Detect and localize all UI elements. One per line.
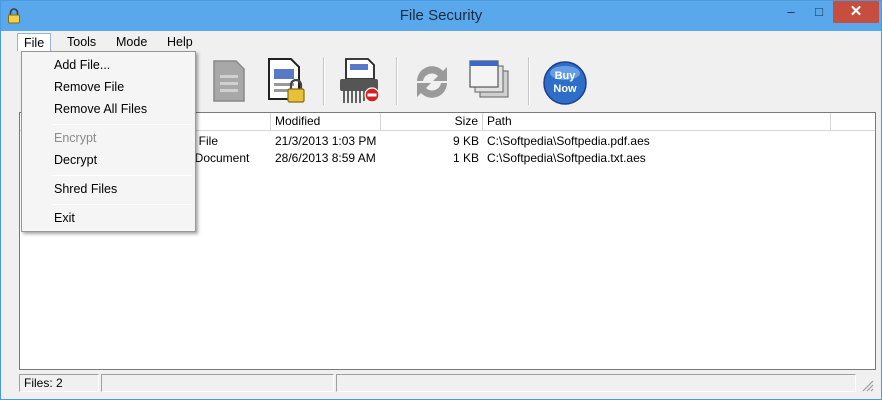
status-pane-2 <box>101 374 334 392</box>
menu-bar: File Tools Mode Help <box>1 31 881 51</box>
column-path[interactable]: Path <box>483 113 831 131</box>
menu-tools[interactable]: Tools <box>61 33 102 51</box>
file-menu-dropdown: Add File... Remove File Remove All Files… <box>21 51 196 232</box>
app-window: File Security – □ ✕ File Tools Mode Help <box>0 0 882 400</box>
menu-separator <box>52 175 192 176</box>
status-pane-3 <box>336 374 856 392</box>
menu-separator <box>52 124 192 125</box>
status-bar: Files: 2 <box>19 372 876 394</box>
close-button[interactable]: ✕ <box>833 1 879 23</box>
document-grey-icon[interactable] <box>204 55 254 107</box>
cell-size: 1 KB <box>452 151 479 165</box>
window-title: File Security <box>399 7 483 24</box>
title-bar[interactable]: File Security – □ ✕ <box>1 1 881 31</box>
refresh-icon[interactable] <box>407 55 457 107</box>
menu-remove-file[interactable]: Remove File <box>23 76 194 98</box>
column-type[interactable]: e <box>184 113 271 131</box>
minimize-button[interactable]: – <box>777 1 805 23</box>
cell-size: 9 KB <box>452 134 479 148</box>
menu-help[interactable]: Help <box>161 33 199 51</box>
menu-decrypt[interactable]: Decrypt <box>23 149 194 171</box>
toolbar-separator <box>323 57 325 105</box>
shredder-icon[interactable] <box>334 55 384 107</box>
menu-mode[interactable]: Mode <box>110 33 153 51</box>
buy-label: Buy <box>555 70 577 82</box>
maximize-button[interactable]: □ <box>805 1 833 23</box>
menu-remove-all-files[interactable]: Remove All Files <box>23 98 194 120</box>
menu-add-file[interactable]: Add File... <box>23 54 194 76</box>
menu-exit[interactable]: Exit <box>23 207 194 229</box>
column-modified[interactable]: Modified <box>271 113 381 131</box>
cell-type: F File <box>188 134 218 148</box>
menu-shred-files[interactable]: Shred Files <box>23 178 194 200</box>
cell-modified: 21/3/2013 1:03 PM <box>275 134 377 148</box>
toolbar-separator <box>528 57 530 105</box>
windows-icon[interactable] <box>464 55 514 107</box>
status-files-count: Files: 2 <box>19 374 99 392</box>
document-lock-icon[interactable] <box>261 55 311 107</box>
cell-path: C:\Softpedia\Softpedia.pdf.aes <box>487 134 650 148</box>
now-label: Now <box>553 83 577 95</box>
cell-path: C:\Softpedia\Softpedia.txt.aes <box>487 151 646 165</box>
menu-separator <box>52 204 192 205</box>
cell-modified: 28/6/2013 8:59 AM <box>275 151 376 165</box>
menu-encrypt: Encrypt <box>54 131 97 145</box>
menu-file[interactable]: File <box>17 33 52 51</box>
cell-type: t Document <box>188 151 250 165</box>
toolbar-separator <box>396 57 398 105</box>
resize-grip-icon[interactable] <box>860 378 874 392</box>
buy-now-button[interactable]: Buy Now <box>539 55 589 107</box>
column-size[interactable]: Size <box>381 113 483 131</box>
